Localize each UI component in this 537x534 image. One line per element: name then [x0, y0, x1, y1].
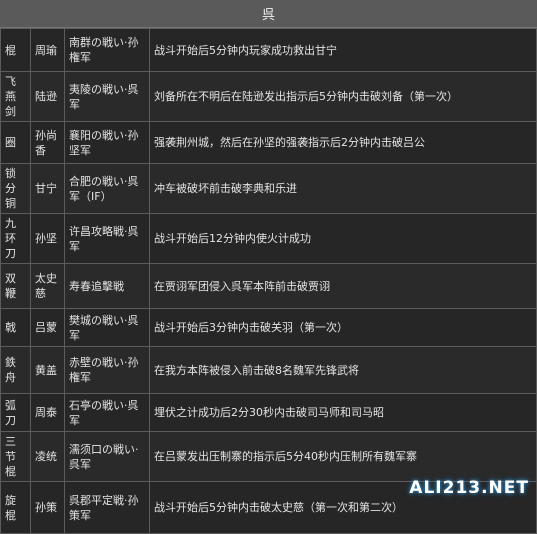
condition-cell: 战斗开始后12分钟内使火计成功: [149, 213, 537, 264]
officer-cell: 甘宁: [30, 163, 65, 214]
stage-cell: 寿春追擊戦: [64, 263, 150, 309]
weapon-cell: 圈: [0, 121, 31, 164]
condition-cell: 战斗开始后5分钟内玩家成功救出甘宁: [149, 28, 537, 72]
condition-cell: 埋伏之计成功后2分30秒内击破司马师和司马昭: [149, 393, 537, 432]
condition-cell: 在吕蒙发出压制寨的指示后5分40秒内压制所有魏军寨: [149, 431, 537, 482]
weapon-cell: 旋棍: [0, 481, 31, 534]
table-row: 戟吕蒙 樊城の戦い·呉军 战斗开始后3分钟内击破关羽（第一次）: [0, 308, 537, 347]
stage-cell: 许昌攻略戦·呉军: [64, 213, 150, 264]
table-row: 弧刀 周泰 石亭の戦い·呉军 埋伏之计成功后2分30秒内击破司马师和司马昭: [0, 393, 537, 432]
condition-cell: 战斗开始后3分钟内击破关羽（第一次）: [149, 308, 537, 347]
condition-cell: 强袭荆州城，然后在孙坚的强袭指示后2分钟内击破吕公: [149, 121, 537, 164]
weapon-cell: 九环刀: [0, 213, 31, 264]
stage-cell: 呉郡平定戦·孙策军: [64, 481, 150, 534]
weapon-cell: 锁分铜: [0, 163, 31, 214]
stage-cell: 濡须口の戦い·呉军: [64, 431, 150, 482]
table-row: 双鞭 太史慈 寿春追擊戦 在贾诩军团侵入呉军本阵前击破贾诩: [0, 263, 537, 309]
stage-cell: 夷陵の戦い·呉军: [64, 71, 150, 122]
stage-cell: 南群の戦い·孙権军: [64, 28, 150, 72]
condition-cell: 刘备所在不明后在陆逊发出指示后5分钟内击破刘备（第一次）: [149, 71, 537, 122]
table-row: 九环刀 孙坚 许昌攻略戦·呉军 战斗开始后12分钟内使火计成功: [0, 213, 537, 264]
table-header-wu: 呉: [0, 0, 537, 28]
stage-cell: 襄阳の戦い·孙坚军: [64, 121, 150, 164]
weapon-cell: 弧刀: [0, 393, 31, 432]
stage-cell: 樊城の戦い·呉军: [64, 308, 150, 347]
officer-cell: 陆逊: [30, 71, 65, 122]
officer-cell: 孙尚香: [30, 121, 65, 164]
officer-cell: 孙坚: [30, 213, 65, 264]
officer-cell: 凌统: [30, 431, 65, 482]
officer-cell: 吕蒙: [30, 308, 65, 347]
weapon-cell: 鉄舟: [0, 346, 31, 394]
table-row: 飞燕剑 陆逊 夷陵の戦い·呉军 刘备所在不明后在陆逊发出指示后5分钟内击破刘备（第一次…: [0, 71, 537, 122]
table-row: 圈孙尚香 襄阳の戦い·孙坚军 强袭荆州城，然后在孙坚的强袭指示后2分钟内击破吕公: [0, 121, 537, 164]
weapon-cell: 三节棍: [0, 431, 31, 482]
officer-cell: 周瑜: [30, 28, 65, 72]
weapon-cell: 戟: [0, 308, 31, 347]
table-row: 三节棍 凌统 濡须口の戦い·呉军 在吕蒙发出压制寨的指示后5分40秒内压制所有魏军寨: [0, 431, 537, 482]
weapon-cell: 双鞭: [0, 263, 31, 309]
officer-cell: 孙策: [30, 481, 65, 534]
condition-cell: 在我方本阵被侵入前击破8名魏军先锋武将: [149, 346, 537, 394]
table-row: 棍周瑜 南群の戦い·孙権军 战斗开始后5分钟内玩家成功救出甘宁: [0, 28, 537, 72]
stage-cell: 合肥の戦い·呉军（IF）: [64, 163, 150, 214]
stage-cell: 石亭の戦い·呉军: [64, 393, 150, 432]
weapon-cell: 飞燕剑: [0, 71, 31, 122]
officer-cell: 周泰: [30, 393, 65, 432]
condition-cell: 冲车被破坏前击破李典和乐进: [149, 163, 537, 214]
weapon-unlock-table: 棍周瑜 南群の戦い·孙権军 战斗开始后5分钟内玩家成功救出甘宁 飞燕剑 陆逊 夷陵の戦い·…: [0, 28, 537, 534]
officer-cell: 太史慈: [30, 263, 65, 309]
officer-cell: 黄盖: [30, 346, 65, 394]
weapon-cell: 棍: [0, 28, 31, 72]
stage-cell: 赤壁の戦い·孙権军: [64, 346, 150, 394]
condition-cell: 在贾诩军团侵入呉军本阵前击破贾诩: [149, 263, 537, 309]
table-row: 锁分铜 甘宁 合肥の戦い·呉军（IF） 冲车被破坏前击破李典和乐进: [0, 163, 537, 214]
site-watermark: ALI213.NET: [409, 478, 529, 498]
table-row: 鉄舟 黄盖 赤壁の戦い·孙権军 在我方本阵被侵入前击破8名魏军先锋武将: [0, 346, 537, 394]
